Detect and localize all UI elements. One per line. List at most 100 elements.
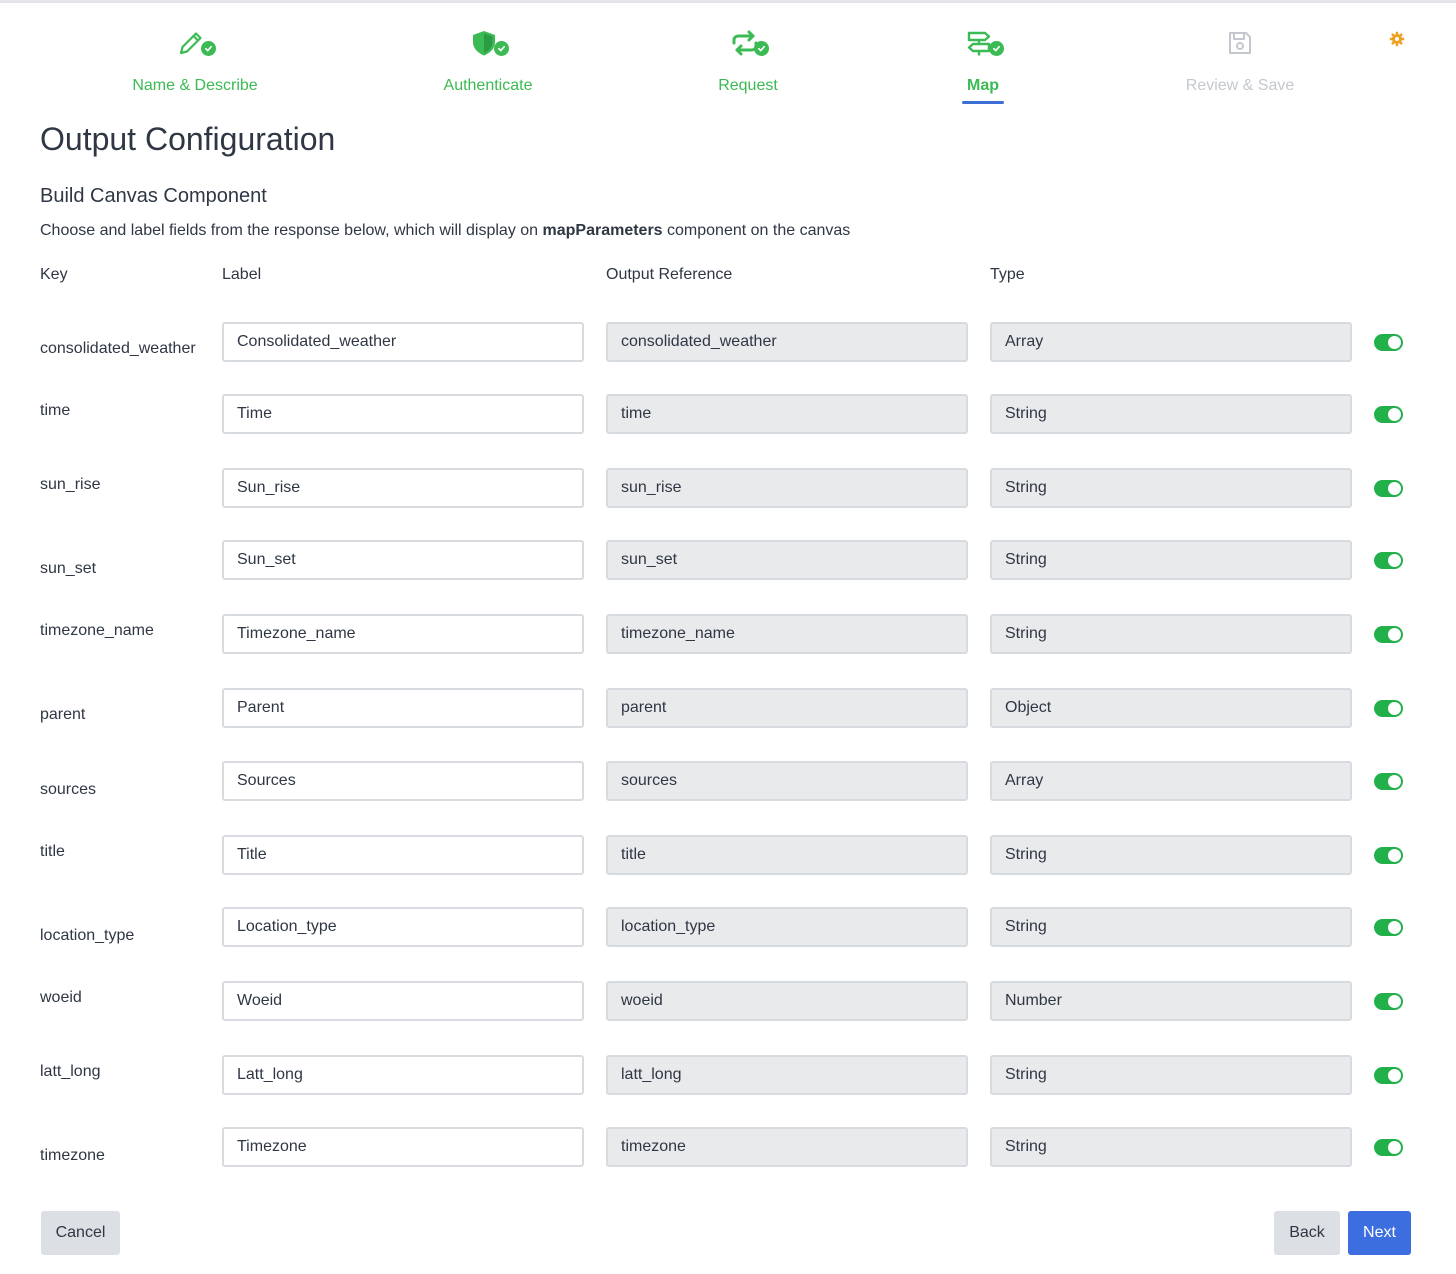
step-name-describe[interactable]: Name & Describe	[95, 27, 295, 95]
field-key: title	[40, 843, 65, 860]
toggle-knob	[1388, 1141, 1401, 1154]
check-icon	[989, 41, 1004, 56]
output-reference-field	[606, 688, 968, 728]
cancel-button[interactable]: Cancel	[41, 1211, 120, 1255]
column-header-key: Key	[40, 266, 68, 283]
field-label-input[interactable]	[222, 688, 584, 728]
step-label: Review & Save	[1185, 77, 1295, 94]
signpost-icon	[967, 31, 991, 56]
wizard-stepper: Name & Describe Authenticate Request Map…	[0, 3, 1456, 113]
output-reference-field	[606, 614, 968, 654]
output-reference-field	[606, 907, 968, 947]
field-label-input[interactable]	[222, 761, 584, 801]
type-field	[990, 322, 1352, 362]
field-label-input[interactable]	[222, 394, 584, 434]
toggle-knob	[1388, 849, 1401, 862]
field-key: time	[40, 402, 71, 419]
next-button[interactable]: Next	[1348, 1211, 1411, 1255]
step-authenticate[interactable]: Authenticate	[388, 27, 588, 95]
step-map[interactable]: Map	[883, 27, 1083, 104]
field-enabled-toggle[interactable]	[1374, 993, 1403, 1010]
field-label-input[interactable]	[222, 540, 584, 580]
description-text-end: component on the canvas	[662, 222, 851, 239]
field-key: location_type	[40, 927, 135, 944]
field-enabled-toggle[interactable]	[1374, 773, 1403, 790]
section-title: Build Canvas Component	[40, 185, 267, 207]
field-key: timezone	[40, 1147, 105, 1164]
gear-icon[interactable]	[1389, 31, 1405, 47]
field-key: sun_rise	[40, 476, 101, 493]
output-reference-field	[606, 394, 968, 434]
shield-icon	[473, 31, 495, 56]
toggle-knob	[1388, 921, 1401, 934]
description-text: Choose and label fields from the respons…	[40, 222, 543, 239]
type-field	[990, 540, 1352, 580]
output-reference-field	[606, 322, 968, 362]
type-field	[990, 468, 1352, 508]
field-key: sources	[40, 781, 97, 798]
field-label-input[interactable]	[222, 835, 584, 875]
step-review-save: Review & Save	[1140, 27, 1340, 95]
check-icon	[201, 41, 216, 56]
field-label-input[interactable]	[222, 614, 584, 654]
back-button[interactable]: Back	[1274, 1211, 1340, 1255]
check-icon	[494, 41, 509, 56]
table-row: time	[0, 394, 1456, 436]
output-reference-field	[606, 468, 968, 508]
step-label: Authenticate	[443, 77, 533, 94]
output-reference-field	[606, 1127, 968, 1167]
type-field	[990, 688, 1352, 728]
field-label-input[interactable]	[222, 1055, 584, 1095]
field-label-input[interactable]	[222, 468, 584, 508]
toggle-knob	[1388, 408, 1401, 421]
field-enabled-toggle[interactable]	[1374, 480, 1403, 497]
field-enabled-toggle[interactable]	[1374, 847, 1403, 864]
step-request[interactable]: Request	[648, 27, 848, 95]
output-reference-field	[606, 981, 968, 1021]
type-field	[990, 907, 1352, 947]
field-key: timezone_name	[40, 622, 154, 639]
table-row: latt_long	[0, 1055, 1456, 1097]
column-header-label: Label	[222, 266, 262, 283]
type-field	[990, 614, 1352, 654]
toggle-knob	[1388, 775, 1401, 788]
table-row: sun_set	[0, 540, 1456, 582]
toggle-knob	[1388, 1069, 1401, 1082]
floppy-disk-icon	[1229, 32, 1251, 54]
active-step-indicator	[962, 101, 1004, 104]
type-field	[990, 394, 1352, 434]
toggle-knob	[1388, 336, 1401, 349]
table-row: sources	[0, 761, 1456, 803]
type-field	[990, 981, 1352, 1021]
field-enabled-toggle[interactable]	[1374, 1067, 1403, 1084]
toggle-knob	[1388, 554, 1401, 567]
field-label-input[interactable]	[222, 1127, 584, 1167]
field-key: consolidated_weather	[40, 340, 196, 357]
field-label-input[interactable]	[222, 322, 584, 362]
field-enabled-toggle[interactable]	[1374, 406, 1403, 423]
field-enabled-toggle[interactable]	[1374, 626, 1403, 643]
output-reference-field	[606, 1055, 968, 1095]
type-field	[990, 1055, 1352, 1095]
field-enabled-toggle[interactable]	[1374, 334, 1403, 351]
field-enabled-toggle[interactable]	[1374, 919, 1403, 936]
pencil-icon	[179, 32, 202, 55]
output-reference-field	[606, 761, 968, 801]
table-row: parent	[0, 688, 1456, 730]
field-enabled-toggle[interactable]	[1374, 700, 1403, 717]
output-reference-field	[606, 835, 968, 875]
field-enabled-toggle[interactable]	[1374, 552, 1403, 569]
type-field	[990, 1127, 1352, 1167]
table-row: timezone	[0, 1127, 1456, 1169]
field-key: woeid	[40, 989, 82, 1006]
column-header-type: Type	[990, 266, 1025, 283]
table-row: title	[0, 835, 1456, 877]
field-label-input[interactable]	[222, 907, 584, 947]
field-key: latt_long	[40, 1063, 101, 1080]
type-field	[990, 761, 1352, 801]
output-reference-field	[606, 540, 968, 580]
field-label-input[interactable]	[222, 981, 584, 1021]
step-label: Name & Describe	[132, 77, 258, 94]
field-enabled-toggle[interactable]	[1374, 1139, 1403, 1156]
table-row: woeid	[0, 981, 1456, 1023]
